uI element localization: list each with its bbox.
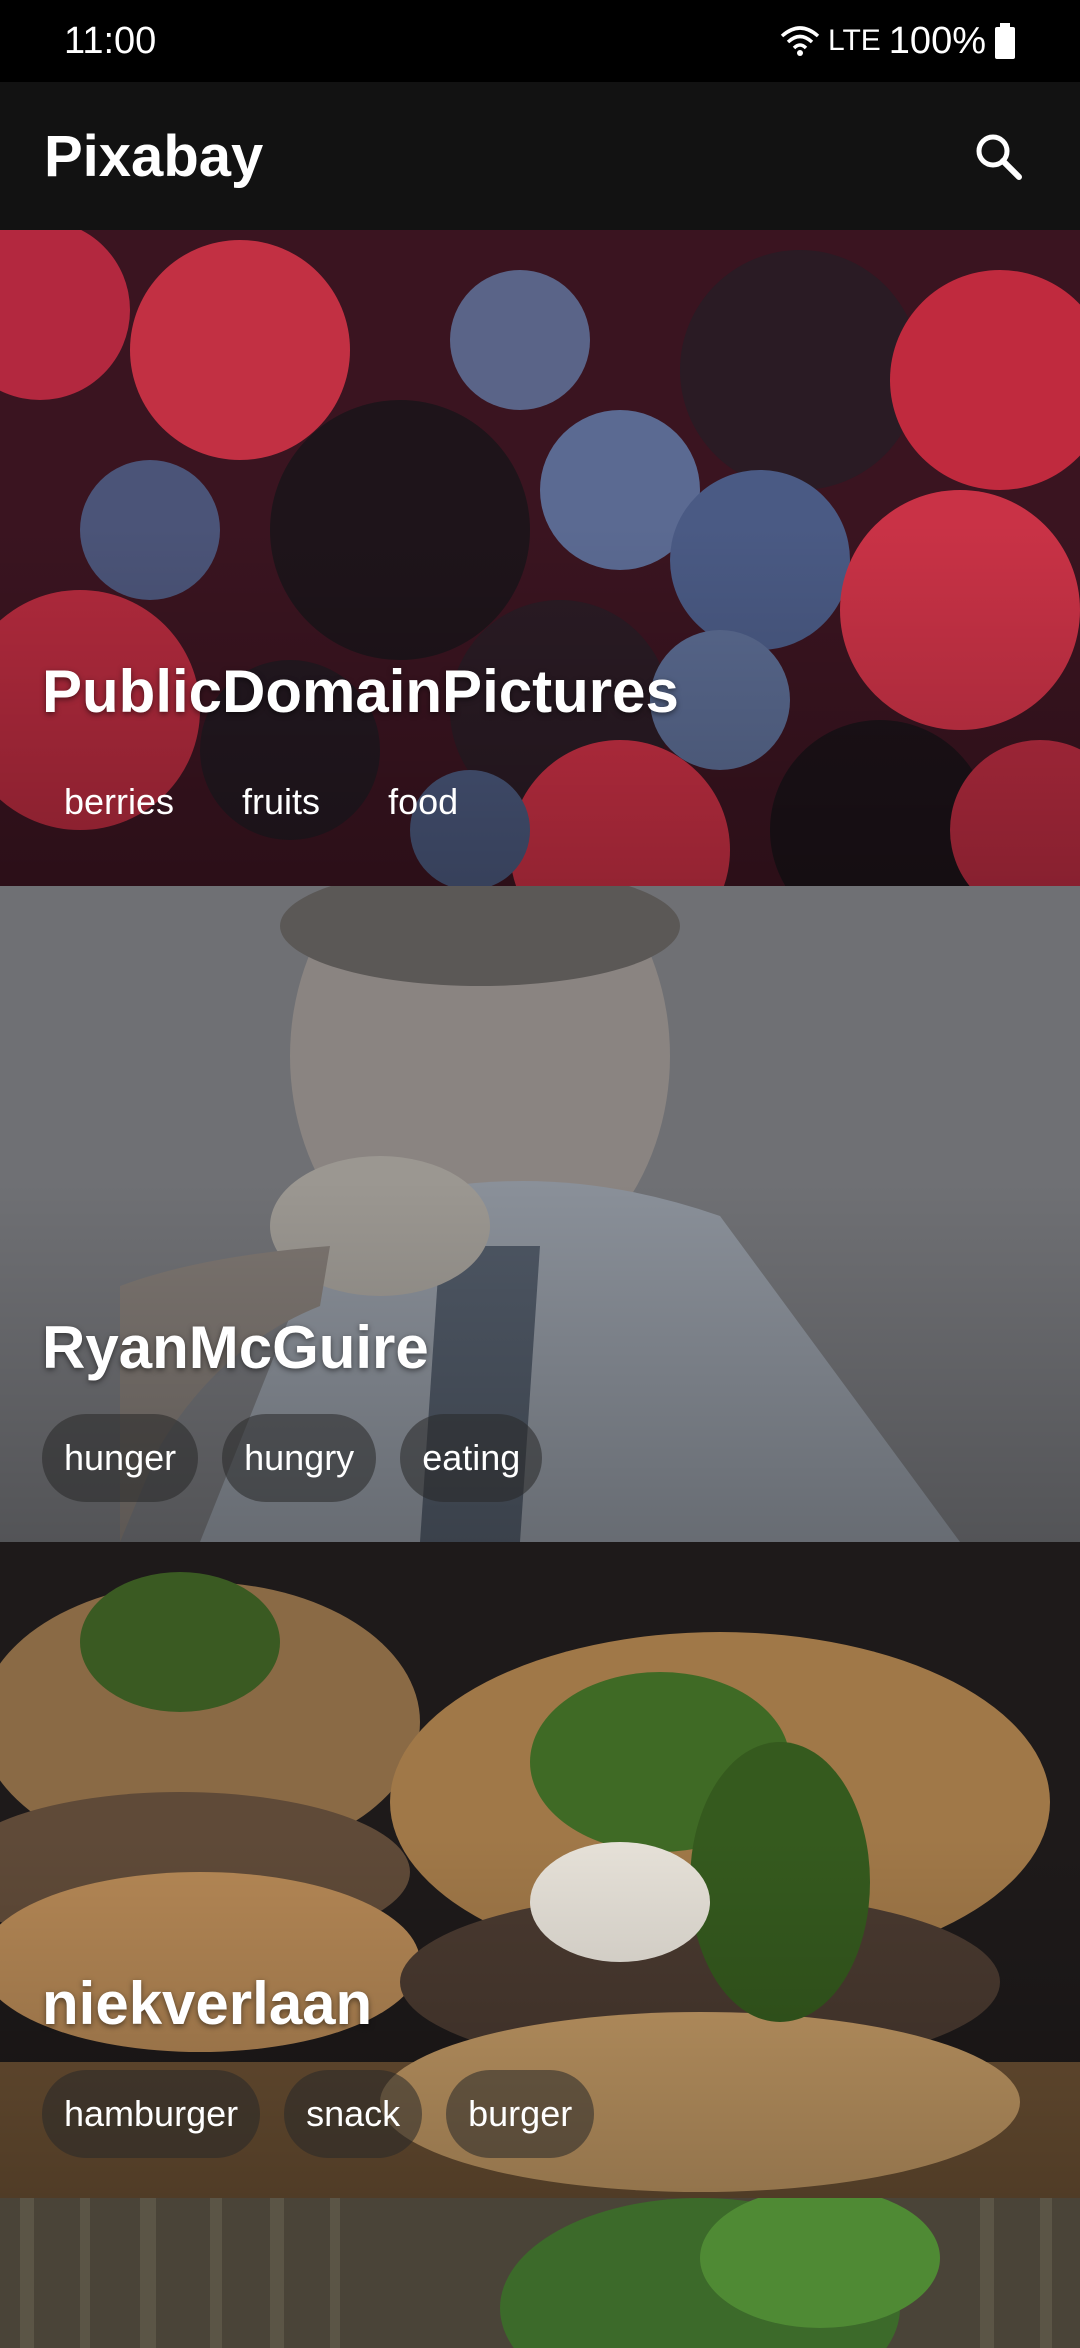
tag-chip[interactable]: fruits	[220, 758, 342, 846]
image-feed: PublicDomainPictures berries fruits food…	[0, 230, 1080, 2348]
tag-chip[interactable]: hamburger	[42, 2070, 261, 2158]
tag-chip[interactable]: hunger	[42, 1414, 199, 1502]
card-username[interactable]: PublicDomainPictures	[42, 657, 679, 726]
status-icons: LTE 100%	[780, 20, 1016, 63]
tag-list: hunger hungry eating	[42, 1414, 543, 1502]
search-button[interactable]	[960, 118, 1036, 194]
tag-chip[interactable]: berries	[42, 758, 196, 846]
tag-chip[interactable]: food	[366, 758, 480, 846]
tag-chip[interactable]: snack	[284, 2070, 423, 2158]
app-bar: Pixabay	[0, 82, 1080, 230]
tag-list: berries fruits food	[42, 758, 480, 846]
tag-chip[interactable]: burger	[446, 2070, 595, 2158]
search-icon	[976, 134, 1022, 180]
battery-icon	[994, 23, 1016, 59]
app-title: Pixabay	[44, 123, 264, 189]
battery-percent: 100%	[888, 19, 986, 62]
card-username[interactable]: niekverlaan	[42, 1969, 372, 2038]
status-bar: 11:00 LTE 100%	[0, 0, 1080, 82]
card-image	[0, 2198, 1080, 2348]
image-card[interactable]: niekverlaan hamburger snack burger	[0, 1542, 1080, 2198]
image-card[interactable]: PublicDomainPictures berries fruits food	[0, 230, 1080, 886]
image-card-partial[interactable]	[0, 2198, 1080, 2348]
tag-chip[interactable]: eating	[400, 1414, 543, 1502]
tag-chip[interactable]: hungry	[222, 1414, 377, 1502]
wifi-icon	[780, 24, 820, 58]
tag-list: hamburger snack burger	[42, 2070, 595, 2158]
card-username[interactable]: RyanMcGuire	[42, 1313, 429, 1382]
network-label: LTE	[828, 24, 881, 57]
image-card[interactable]: RyanMcGuire hunger hungry eating	[0, 886, 1080, 1542]
status-time: 11:00	[64, 19, 157, 62]
